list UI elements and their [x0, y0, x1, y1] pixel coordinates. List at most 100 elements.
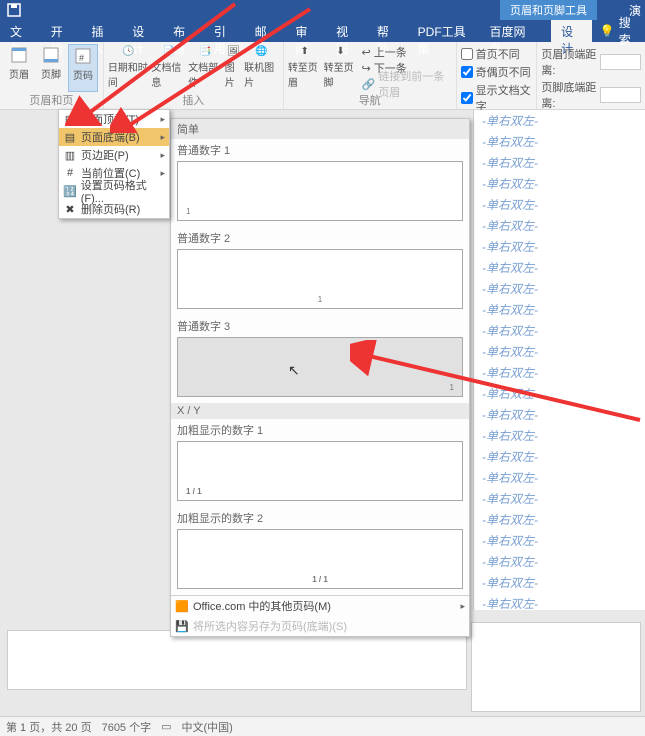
nav-heading-item[interactable]: -单右双左-	[474, 194, 645, 215]
odd-even-diff-checkbox[interactable]: 奇偶页不同	[461, 64, 533, 80]
navigation-pane: -单右双左--单右双左--单右双左--单右双左--单右双左--单右双左--单右双…	[473, 110, 645, 610]
current-icon: #	[63, 166, 77, 180]
status-words[interactable]: 7605 个字	[102, 719, 152, 735]
tab-layout[interactable]: 布局	[163, 20, 204, 42]
gallery-item-bold1[interactable]: 1 / 1	[177, 441, 463, 501]
goto-header-button[interactable]: ⬆ 转至页眉	[288, 44, 322, 92]
nav-heading-item[interactable]: -单右双左-	[474, 530, 645, 551]
header-button[interactable]: 页眉	[4, 44, 34, 92]
status-lang[interactable]: 中文(中国)	[182, 719, 233, 735]
save-button[interactable]	[4, 1, 24, 19]
tab-mail[interactable]: 邮件	[245, 20, 286, 42]
nav-heading-item[interactable]: -单右双左-	[474, 593, 645, 610]
preview-num: 1 / 1	[186, 487, 202, 496]
footer-button[interactable]: 页脚	[36, 44, 66, 92]
gallery-item-bold2-label: 加粗显示的数字 2	[171, 507, 469, 527]
preview-num: 1	[450, 383, 454, 392]
goto-footer-button[interactable]: ⬇ 转至页脚	[324, 44, 358, 92]
page-number-button[interactable]: # 页码	[68, 44, 98, 92]
header-top-distance[interactable]: 页眉顶端距离:	[541, 46, 641, 78]
nav-heading-item[interactable]: -单右双左-	[474, 299, 645, 320]
gallery-item-plain1[interactable]: 1	[177, 161, 463, 221]
nav-heading-item[interactable]: -单右双左-	[474, 236, 645, 257]
nav-heading-item[interactable]: -单右双左-	[474, 383, 645, 404]
nav-heading-item[interactable]: -单右双左-	[474, 131, 645, 152]
tab-design[interactable]: 设计	[122, 20, 163, 42]
gallery-item-bold2[interactable]: 1 / 1	[177, 529, 463, 589]
margins-icon: ▥	[63, 148, 77, 162]
menu-remove-page-numbers[interactable]: ✖ 删除页码(R)	[59, 200, 169, 218]
doc-info-button[interactable]: 📄 文档信息	[151, 44, 186, 92]
nav-heading-item[interactable]: -单右双左-	[474, 173, 645, 194]
date-time-label: 日期和时间	[108, 59, 150, 89]
header-label: 页眉	[9, 66, 29, 81]
nav-heading-item[interactable]: -单右双左-	[474, 404, 645, 425]
nav-heading-item[interactable]: -单右双左-	[474, 446, 645, 467]
link-icon: 🔗	[362, 78, 376, 91]
footer-bottom-spin[interactable]	[600, 87, 641, 103]
nav-heading-item[interactable]: -单右双左-	[474, 257, 645, 278]
nav-heading-item[interactable]: -单右双左-	[474, 425, 645, 446]
chevron-right-icon: ▸	[160, 150, 165, 161]
tab-references[interactable]: 引用	[204, 20, 245, 42]
nav-heading-item[interactable]: -单右双左-	[474, 551, 645, 572]
goto-footer-label: 转至页脚	[324, 59, 358, 89]
gallery-item-plain2[interactable]: 1	[177, 249, 463, 309]
nav-heading-item[interactable]: -单右双左-	[474, 362, 645, 383]
first-page-diff-checkbox[interactable]: 首页不同	[461, 46, 533, 62]
doc-parts-label: 文档部件	[188, 59, 223, 89]
tab-home[interactable]: 开始	[41, 20, 82, 42]
group-options: 首页不同 奇偶页不同 显示文档文字 选项	[457, 42, 538, 109]
page-number-menu: ▤ 页面顶端(T) ▸ ▤ 页面底端(B) ▸ ▥ 页边距(P) ▸ # 当前位…	[58, 109, 170, 219]
gallery-save-selection: 💾 将所选内容另存为页码(底端)(S)	[171, 616, 469, 636]
tab-hf-design[interactable]: 设计	[551, 20, 592, 42]
online-picture-button[interactable]: 🌐 联机图片	[244, 44, 279, 92]
gallery-item-plain3[interactable]: 1 ↖	[177, 337, 463, 397]
nav-heading-item[interactable]: -单右双左-	[474, 110, 645, 131]
tab-help[interactable]: 帮助	[367, 20, 408, 42]
title-bar: 页眉和页脚工具 演	[0, 0, 645, 20]
gallery-footer: 🟧 Office.com 中的其他页码(M) ▸ 💾 将所选内容另存为页码(底端…	[171, 595, 469, 636]
tab-review[interactable]: 审阅	[285, 20, 326, 42]
status-bar: 第 1 页，共 20 页 7605 个字 ▭ 中文(中国)	[0, 716, 645, 736]
doc-parts-button[interactable]: 📑 文档部件	[188, 44, 223, 92]
nav-heading-item[interactable]: -单右双左-	[474, 278, 645, 299]
calendar-icon: 🕓	[122, 46, 134, 57]
menu-page-margins[interactable]: ▥ 页边距(P) ▸	[59, 146, 169, 164]
nav-heading-item[interactable]: -单右双左-	[474, 215, 645, 236]
gallery-category-xy: X / Y	[171, 403, 469, 419]
gallery-office-more[interactable]: 🟧 Office.com 中的其他页码(M) ▸	[171, 596, 469, 616]
tab-view[interactable]: 视图	[326, 20, 367, 42]
nav-heading-item[interactable]: -单右双左-	[474, 341, 645, 362]
save-selection-icon: 💾	[175, 619, 189, 633]
group-position: 页眉顶端距离: 页脚底端距离: ⇥插入对齐制表位 位置	[537, 42, 645, 109]
picture-button[interactable]: 🖼 图片	[225, 44, 242, 92]
footer-bottom-distance[interactable]: 页脚底端距离:	[541, 79, 641, 111]
search-tab[interactable]: 💡 搜索	[592, 20, 645, 42]
nav-heading-item[interactable]: -单右双左-	[474, 467, 645, 488]
contextual-tab-label: 页眉和页脚工具	[500, 0, 597, 20]
status-page[interactable]: 第 1 页，共 20 页	[6, 719, 92, 735]
menu-bottom-of-page[interactable]: ▤ 页面底端(B) ▸	[59, 128, 169, 146]
header-icon	[10, 46, 28, 64]
menu-format-page-numbers[interactable]: 🔢 设置页码格式(F)...	[59, 182, 169, 200]
svg-text:#: #	[79, 53, 84, 63]
menu-top-of-page[interactable]: ▤ 页面顶端(T) ▸	[59, 110, 169, 128]
link-prev-button[interactable]: 🔗链接到前一条页眉	[360, 76, 452, 92]
nav-heading-item[interactable]: -单右双左-	[474, 572, 645, 593]
prev-button[interactable]: ↩上一条	[360, 44, 452, 60]
group-header-footer: 页眉 页脚 # 页码 页眉和页	[0, 42, 104, 109]
header-top-label: 页眉顶端距离:	[541, 46, 597, 78]
tab-insert[interactable]: 插入	[82, 20, 123, 42]
chevron-right-icon: ▸	[160, 114, 165, 125]
nav-heading-item[interactable]: -单右双左-	[474, 509, 645, 530]
tab-baidu[interactable]: 百度网盘	[480, 20, 542, 42]
tab-file[interactable]: 文件	[0, 20, 41, 42]
group-insert: 🕓 日期和时间 📄 文档信息 📑 文档部件 🖼 图片 🌐 联机图片 插入	[104, 42, 284, 109]
header-top-spin[interactable]	[600, 54, 641, 70]
tab-pdf[interactable]: PDF工具集	[408, 20, 480, 42]
nav-heading-item[interactable]: -单右双左-	[474, 320, 645, 341]
date-time-button[interactable]: 🕓 日期和时间	[108, 44, 150, 92]
nav-heading-item[interactable]: -单右双左-	[474, 152, 645, 173]
nav-heading-item[interactable]: -单右双左-	[474, 488, 645, 509]
